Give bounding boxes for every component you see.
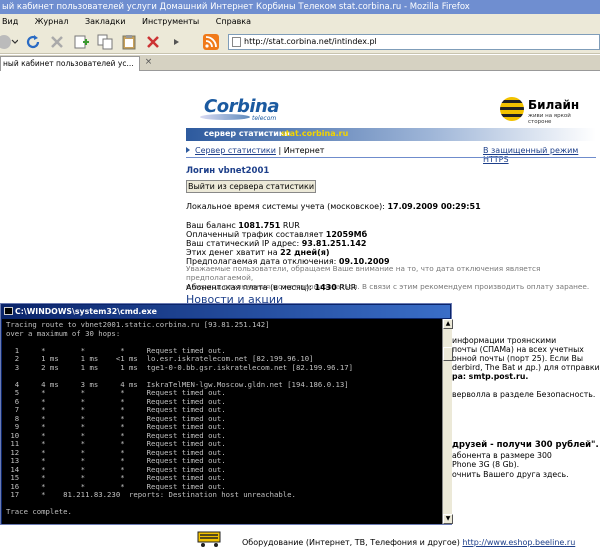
menu-bookmarks[interactable]: Закладки — [85, 17, 125, 26]
promo-heading[interactable]: друзей - получи 300 рублей". — [452, 440, 599, 450]
balance-value: 1081.751 — [238, 221, 281, 230]
cmd-window[interactable]: C:\WINDOWS\system32\cmd.exe Tracing rout… — [0, 303, 453, 525]
beeline-logo-sub: живи на яркой стороне — [528, 113, 571, 125]
promo-text-3[interactable]: очнить Вашего друга здесь. — [452, 470, 569, 479]
close-tab-icon[interactable]: × — [143, 57, 154, 68]
days-label: Этих денег хватит на — [186, 248, 281, 257]
scroll-down-icon[interactable]: ▼ — [443, 514, 453, 524]
promo-text-2: Phone 3G (8 Gb). — [452, 460, 520, 469]
clipboard-icon[interactable] — [120, 33, 138, 51]
cmd-line: over a maximum of 30 hops: — [6, 328, 121, 338]
rss-icon[interactable] — [202, 33, 220, 51]
traffic: Оплаченный трафик составляет 12059Мб — [186, 230, 367, 239]
fee-unit: RUR — [336, 283, 357, 292]
cmd-line: Trace complete. — [6, 507, 72, 516]
time-value: 17.09.2009 00:29:51 — [387, 202, 481, 211]
footer-text: Оборудование (Интернет, ТВ, Телефония и … — [242, 538, 463, 547]
tab-active[interactable]: ный кабинет пользователей ус... — [0, 56, 140, 71]
address-text: http://stat.corbina.net/intindex.pl — [244, 37, 377, 46]
news-text-3: онной почты (порт 25). Если Вы — [452, 354, 583, 363]
navigation-toolbar: http://stat.corbina.net/intindex.pl — [0, 30, 600, 54]
time-label: Локальное время системы учета (московско… — [186, 202, 388, 211]
cmd-output[interactable]: Tracing route to vbnet2001.static.corbin… — [2, 319, 442, 524]
scroll-up-icon[interactable]: ▲ — [443, 319, 453, 329]
logout-button[interactable]: Выйти из сервера статистики — [186, 180, 316, 193]
menu-arrow-icon[interactable] — [168, 33, 186, 51]
menu-bar: Вид Журнал Закладки Инструменты Справка — [0, 14, 600, 30]
news-text-4: derbird, The Bat и др.) для отправки — [452, 363, 600, 372]
beeline-logo-text: Билайн — [528, 98, 580, 112]
static-ip: Ваш статический IP адрес: 93.81.251.142 — [186, 239, 366, 248]
menu-view[interactable]: Вид — [2, 17, 18, 26]
footer: Оборудование (Интернет, ТВ, Телефония и … — [242, 538, 575, 547]
login-label: Логин vbnet2001 — [186, 166, 270, 176]
balance-unit: RUR — [280, 221, 300, 230]
forward-dropdown-icon[interactable] — [0, 33, 18, 51]
delete-icon[interactable] — [144, 33, 162, 51]
fee-value: 1430 — [314, 283, 337, 292]
news-text-5: ра: smtp.post.ru. — [452, 372, 529, 381]
days-value: 22 дней(я) — [280, 248, 330, 257]
footer-link[interactable]: http://www.eshop.beeline.ru — [462, 538, 575, 547]
traffic-value: 12059Мб — [325, 230, 368, 239]
cmd-scrollbar[interactable]: ▲ ▼ — [442, 319, 453, 524]
shopping-cart-icon — [197, 531, 221, 547]
news-text-2: почты (СПАМа) на всех учетных — [452, 345, 584, 354]
monthly-fee: Абонентская плата (в месяц): 1430 RUR — [186, 283, 356, 292]
ip-label: Ваш статический IP адрес: — [186, 239, 302, 248]
address-bar[interactable]: http://stat.corbina.net/intindex.pl — [228, 34, 600, 50]
system-time: Локальное время системы учета (московско… — [186, 202, 481, 211]
arrow-icon — [186, 147, 190, 153]
page-icon — [232, 37, 241, 47]
corbina-logo-text: Corbina — [204, 96, 279, 117]
breadcrumb-stats-link[interactable]: Сервер статистики — [195, 146, 276, 155]
cmd-title-bar[interactable]: C:\WINDOWS\system32\cmd.exe — [2, 305, 450, 318]
corbina-logo[interactable]: Corbina telecom — [200, 96, 300, 126]
stats-banner-link[interactable]: stat.corbina.ru — [281, 129, 348, 138]
stop-icon[interactable] — [48, 33, 66, 51]
promo-text-1: абонента в размере 300 — [452, 451, 552, 460]
beeline-ball-icon — [500, 97, 524, 121]
menu-help[interactable]: Справка — [216, 17, 251, 26]
cmd-line: 17 * 81.211.83.230 reports: Destination … — [6, 490, 296, 499]
scroll-thumb[interactable] — [443, 347, 453, 361]
cmd-icon — [4, 307, 13, 315]
window-title: ый кабинет пользователей услуги Домашний… — [0, 0, 600, 14]
news-text-6[interactable]: верволла в разделе Безопасность. — [452, 390, 595, 399]
balance: Ваш баланс 1081.751 RUR — [186, 221, 300, 230]
stats-banner-label: сервер статистики — [204, 129, 290, 138]
copy-icon[interactable] — [96, 33, 114, 51]
cmd-line — [6, 517, 442, 525]
note-line-1: Уважаемые пользователи, обращаем Ваше вн… — [186, 264, 541, 282]
breadcrumb-current: Интернет — [283, 146, 325, 155]
new-page-icon[interactable] — [72, 33, 90, 51]
beeline-logo[interactable]: Билайн живи на яркой стороне — [500, 96, 596, 126]
fee-label: Абонентская плата (в месяц): — [186, 283, 315, 292]
corbina-logo-sub: telecom — [252, 115, 277, 122]
divider — [186, 157, 596, 158]
days-left: Этих денег хватит на 22 дней(я) — [186, 248, 330, 257]
cmd-line: 3 2 ms 1 ms 1 ms tge1-0-0.bb.gsr.iskrate… — [6, 362, 354, 372]
screen: { "browser": { "title": "ый кабинет поль… — [0, 0, 600, 551]
menu-tools[interactable]: Инструменты — [142, 17, 199, 26]
cmd-title: C:\WINDOWS\system32\cmd.exe — [15, 307, 157, 316]
balance-label: Ваш баланс — [186, 221, 239, 230]
breadcrumb: Сервер статистики | Интернет — [186, 146, 324, 155]
tab-bar: ный кабинет пользователей ус... × — [0, 55, 600, 71]
stats-banner: сервер статистики stat.corbina.ru — [186, 128, 596, 141]
news-text-1: информации троянскими — [452, 336, 557, 345]
breadcrumb-separator: | — [275, 146, 284, 155]
traffic-label: Оплаченный трафик составляет — [186, 230, 326, 239]
reload-icon[interactable] — [24, 33, 42, 51]
menu-history[interactable]: Журнал — [35, 17, 69, 26]
https-link[interactable]: В защищенный режим HTTPS — [483, 146, 600, 164]
ip-value: 93.81.251.142 — [301, 239, 367, 248]
